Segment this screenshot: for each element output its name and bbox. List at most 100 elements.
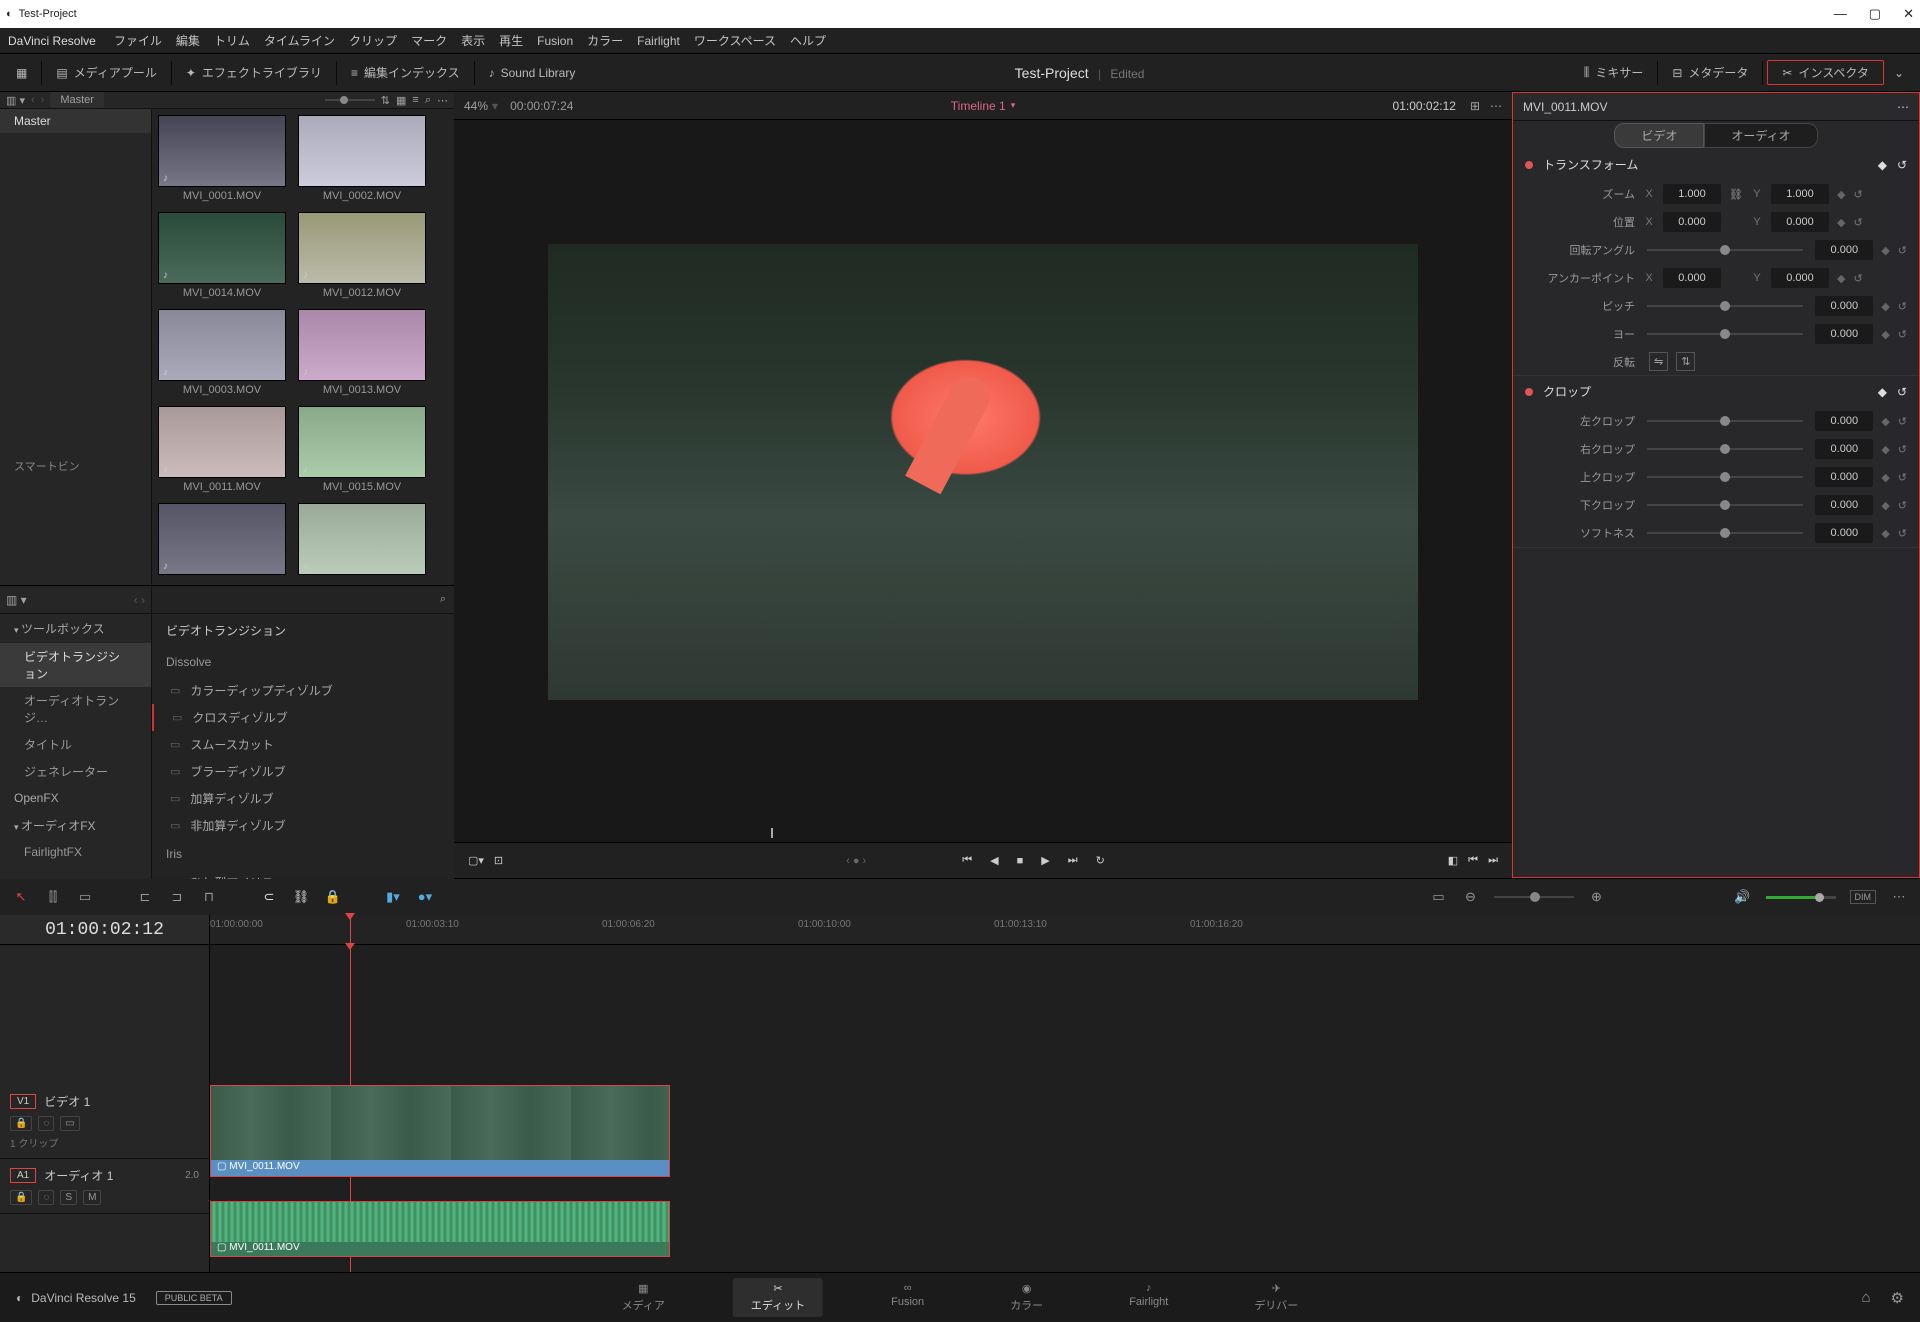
timeline-ruler[interactable]: 01:00:00:00 01:00:03:10 01:00:06:20 01:0… (210, 915, 1920, 944)
menu-trim[interactable]: トリム (214, 32, 250, 49)
page-fusion[interactable]: ∞Fusion (873, 1278, 942, 1317)
settings-icon[interactable]: ⚙ (1891, 1289, 1904, 1307)
video-track-header[interactable]: V1ビデオ 1 🔒◌▭ 1 クリップ (0, 1085, 209, 1159)
inspector-options-icon[interactable]: ⋯ (1897, 100, 1909, 114)
nav-icon[interactable]: ‹ › (134, 593, 145, 607)
crop-right-slider[interactable] (1647, 448, 1803, 450)
flip-v-button[interactable]: ⇅ (1676, 352, 1695, 371)
sound-library-button[interactable]: ♪Sound Library (479, 62, 586, 84)
menu-clip[interactable]: クリップ (349, 32, 397, 49)
clip-thumb[interactable] (158, 503, 286, 575)
mixer-button[interactable]: ⫼ミキサー (1574, 60, 1654, 85)
volume-slider[interactable] (1766, 896, 1836, 899)
sub-audio-transitions[interactable]: オーディオトランジ… (0, 687, 151, 731)
clip-thumb[interactable]: MVI_0012.MOV (298, 212, 426, 305)
fx-item[interactable]: スムースカット (152, 731, 454, 758)
reset-icon[interactable]: ↺ (1853, 188, 1862, 201)
clip-thumb[interactable]: MVI_0014.MOV (158, 212, 286, 305)
zoom-out-icon[interactable]: ⊖ (1462, 889, 1480, 905)
disable-track-icon[interactable]: ◌ (38, 1116, 54, 1131)
softness-field[interactable]: 0.000 (1815, 523, 1873, 543)
sub-generators[interactable]: ジェネレーター (0, 758, 151, 785)
clip-thumb[interactable]: MVI_0011.MOV (158, 406, 286, 499)
timeline-tracks[interactable]: ▢ MVI_0011.MOV ▢ MVI_0011.MOV (210, 945, 1920, 1272)
clip-thumb[interactable]: MVI_0001.MOV (158, 115, 286, 208)
search-icon[interactable]: ⌕ (440, 593, 446, 606)
overwrite-icon[interactable]: ⊐ (168, 889, 186, 905)
menu-workspace[interactable]: ワークスペース (694, 32, 776, 49)
mute-button[interactable]: M (83, 1190, 101, 1205)
clip-thumb[interactable]: MVI_0002.MOV (298, 115, 426, 208)
snap-icon[interactable]: ⊂ (260, 889, 278, 905)
minimize-button[interactable]: — (1834, 6, 1847, 22)
fx-item[interactable]: カラーディップディゾルブ (152, 677, 454, 704)
menu-fairlight[interactable]: Fairlight (637, 34, 680, 48)
breadcrumb[interactable]: Master (50, 92, 104, 108)
stop-button[interactable]: ■ (1017, 855, 1024, 867)
clip-thumb[interactable]: MVI_0003.MOV (158, 309, 286, 402)
mark-in-icon[interactable]: ◧ (1448, 854, 1458, 867)
pitch-slider[interactable] (1647, 305, 1803, 307)
fx-item[interactable]: ブラーディゾルブ (152, 758, 454, 785)
clip-thumb[interactable] (298, 503, 426, 575)
viewer-scrubber[interactable] (454, 824, 1512, 842)
playhead[interactable] (350, 915, 351, 945)
zoom-slider[interactable] (325, 99, 375, 101)
fx-item[interactable]: 加算ディゾルブ (152, 785, 454, 812)
section-transform[interactable]: トランスフォーム◆↺ (1513, 149, 1919, 180)
zoom-in-icon[interactable]: ⊕ (1588, 889, 1606, 905)
rotation-field[interactable]: 0.000 (1815, 240, 1873, 260)
page-edit[interactable]: ✂エディット (733, 1278, 823, 1317)
anchor-y-field[interactable]: 0.000 (1771, 268, 1829, 288)
last-frame-button[interactable]: ⏭ (1068, 854, 1078, 867)
cat-toolbox[interactable]: ツールボックス (0, 614, 151, 643)
fx-item[interactable]: クロスディゾルブ (152, 704, 454, 731)
disable-track-icon[interactable]: ◌ (38, 1190, 54, 1205)
fx-item[interactable]: 非加算ディゾルブ (152, 812, 454, 839)
zoom-x-field[interactable]: 1.000 (1663, 184, 1721, 204)
menu-color[interactable]: カラー (587, 32, 623, 49)
audio-track-header[interactable]: A1オーディオ 12.0 🔒◌SM (0, 1159, 209, 1214)
crop-bottom-field[interactable]: 0.000 (1815, 495, 1873, 515)
clip-thumb[interactable]: MVI_0015.MOV (298, 406, 426, 499)
clip-thumb[interactable]: MVI_0013.MOV (298, 309, 426, 402)
matchframe-icon[interactable]: ▢▾ (468, 854, 484, 867)
timeline-name[interactable]: Timeline 1 ▾ (951, 99, 1015, 113)
tree-view-icon[interactable]: ▥ ▾ (6, 593, 27, 607)
dim-button[interactable]: DIM (1850, 890, 1877, 904)
video-clip[interactable]: ▢ MVI_0011.MOV (210, 1085, 670, 1177)
loop-button[interactable]: ↻ (1096, 854, 1105, 867)
viewer-options-icon[interactable]: ⋯ (1490, 99, 1502, 113)
menu-view[interactable]: 表示 (461, 32, 485, 49)
zoom-level[interactable]: 44% (464, 99, 488, 113)
lock-icon[interactable]: 🔒 (324, 889, 342, 905)
bin-master[interactable]: Master (0, 109, 151, 133)
first-frame-button[interactable]: ⏮ (962, 854, 972, 867)
safe-area-icon[interactable]: ⊡ (494, 854, 503, 867)
menu-file[interactable]: ファイル (114, 32, 162, 49)
nav-fwd-icon[interactable]: › (41, 94, 45, 106)
media-pool-button[interactable]: ▤メディアプール (46, 60, 167, 85)
nav-back-icon[interactable]: ‹ (31, 94, 35, 106)
go-next-icon[interactable]: ⏭ (1488, 854, 1498, 867)
tl-options-icon[interactable]: ⋯ (1890, 889, 1908, 905)
scopes-icon[interactable]: ⊞ (1470, 99, 1480, 113)
anchor-x-field[interactable]: 0.000 (1663, 268, 1721, 288)
insert-icon[interactable]: ⊏ (136, 889, 154, 905)
search-icon[interactable]: ⌕ (425, 94, 431, 107)
menu-mark[interactable]: マーク (411, 32, 447, 49)
lock-track-icon[interactable]: 🔒 (10, 1116, 32, 1131)
page-deliver[interactable]: ✈デリバー (1236, 1278, 1316, 1317)
section-crop[interactable]: クロップ◆↺ (1513, 376, 1919, 407)
go-prev-icon[interactable]: ⏮ (1468, 854, 1478, 867)
menu-edit[interactable]: 編集 (176, 32, 200, 49)
sort-icon[interactable]: ⇅ (381, 94, 390, 107)
track-display-icon[interactable]: ▭ (60, 1116, 79, 1131)
selection-tool[interactable]: ↖ (12, 889, 30, 905)
bin-view-icon[interactable]: ▥ ▾ (6, 94, 25, 107)
rotation-slider[interactable] (1647, 249, 1803, 251)
step-back-button[interactable]: ◀ (990, 854, 998, 867)
sub-video-transitions[interactable]: ビデオトランジション (0, 643, 151, 687)
crop-bottom-slider[interactable] (1647, 504, 1803, 506)
marker-icon[interactable]: ●▾ (416, 889, 434, 905)
